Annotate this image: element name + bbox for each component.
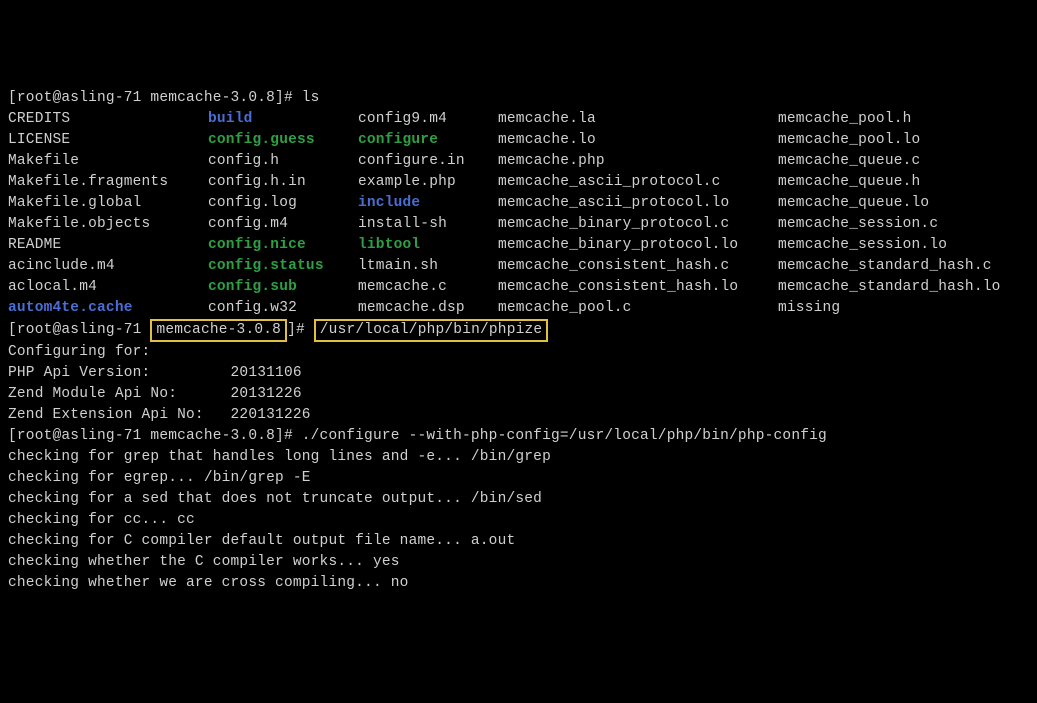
file-entry: memcache.php [498, 151, 778, 172]
file-entry: memcache_consistent_hash.c [498, 256, 778, 277]
file-entry: memcache_queue.c [778, 151, 920, 172]
file-entry: CREDITS [8, 109, 208, 130]
file-entry: configure.in [358, 151, 498, 172]
file-entry: LICENSE [8, 130, 208, 151]
file-entry: Makefile.objects [8, 214, 208, 235]
file-entry: aclocal.m4 [8, 277, 208, 298]
file-entry: memcache.dsp [358, 298, 498, 319]
file-entry: config9.m4 [358, 109, 498, 130]
ls-row: autom4te.cacheconfig.w32memcache.dspmemc… [8, 298, 1029, 319]
ls-row: Makefile.globalconfig.logincludememcache… [8, 193, 1029, 214]
file-entry: example.php [358, 172, 498, 193]
exec-entry: config.nice [208, 235, 358, 256]
output-line: checking for cc... cc [8, 510, 1029, 531]
file-entry: memcache.lo [498, 130, 778, 151]
prompt-line-configure: [root@asling-71 memcache-3.0.8]# ./confi… [8, 426, 1029, 447]
file-entry: memcache_session.c [778, 214, 938, 235]
ls-row: CREDITSbuildconfig9.m4memcache.lamemcach… [8, 109, 1029, 130]
file-entry: config.log [208, 193, 358, 214]
ls-row: READMEconfig.nicelibtoolmemcache_binary_… [8, 235, 1029, 256]
file-entry: config.h [208, 151, 358, 172]
terminal[interactable]: [root@asling-71 memcache-3.0.8]# ls CREDI… [8, 88, 1029, 594]
file-entry: memcache_standard_hash.lo [778, 277, 1001, 298]
file-entry: Makefile.fragments [8, 172, 208, 193]
exec-entry: config.sub [208, 277, 358, 298]
prompt-prefix: [root@asling-71 [8, 322, 150, 338]
output-line: checking for C compiler default output f… [8, 531, 1029, 552]
output-line: Zend Extension Api No: 220131226 [8, 405, 1029, 426]
file-entry: memcache_queue.h [778, 172, 920, 193]
file-entry: memcache_ascii_protocol.lo [498, 193, 778, 214]
output-line: checking for egrep... /bin/grep -E [8, 468, 1029, 489]
prompt-text: [root@asling-71 memcache-3.0.8]# ./confi… [8, 428, 827, 444]
prompt-line-phpize: [root@asling-71 memcache-3.0.8]# /usr/lo… [8, 319, 1029, 342]
file-entry: Makefile [8, 151, 208, 172]
file-entry: memcache_binary_protocol.c [498, 214, 778, 235]
dir-entry: build [208, 109, 358, 130]
file-entry: README [8, 235, 208, 256]
file-entry: ltmain.sh [358, 256, 498, 277]
file-entry: config.h.in [208, 172, 358, 193]
file-entry: acinclude.m4 [8, 256, 208, 277]
prompt-text: [root@asling-71 memcache-3.0.8]# ls [8, 90, 320, 106]
file-entry: config.w32 [208, 298, 358, 319]
file-entry: memcache_consistent_hash.lo [498, 277, 778, 298]
output-line: checking whether the C compiler works...… [8, 552, 1029, 573]
output-line: checking for grep that handles long line… [8, 447, 1029, 468]
exec-entry: configure [358, 130, 498, 151]
file-entry: memcache_pool.h [778, 109, 912, 130]
file-entry: memcache_queue.lo [778, 193, 929, 214]
ls-row: Makefile.fragmentsconfig.h.inexample.php… [8, 172, 1029, 193]
file-entry: memcache_standard_hash.c [778, 256, 992, 277]
dir-entry: autom4te.cache [8, 298, 208, 319]
output-line: Zend Module Api No: 20131226 [8, 384, 1029, 405]
output-line: checking for a sed that does not truncat… [8, 489, 1029, 510]
exec-entry: libtool [358, 235, 498, 256]
file-entry: memcache_pool.lo [778, 130, 920, 151]
file-entry: memcache.c [358, 277, 498, 298]
ls-row: aclocal.m4config.submemcache.cmemcache_c… [8, 277, 1029, 298]
file-entry: memcache_binary_protocol.lo [498, 235, 778, 256]
output-line: checking whether we are cross compiling.… [8, 573, 1029, 594]
phpize-cmd-highlight: /usr/local/php/bin/phpize [314, 319, 549, 342]
ls-row: Makefileconfig.hconfigure.inmemcache.php… [8, 151, 1029, 172]
dir-entry: include [358, 193, 498, 214]
cwd-highlight: memcache-3.0.8 [150, 319, 287, 342]
exec-entry: config.status [208, 256, 358, 277]
file-entry: config.m4 [208, 214, 358, 235]
file-entry: memcache_ascii_protocol.c [498, 172, 778, 193]
prompt-suffix: ]# [287, 322, 314, 338]
file-entry: Makefile.global [8, 193, 208, 214]
exec-entry: config.guess [208, 130, 358, 151]
output-line: Configuring for: [8, 342, 1029, 363]
ls-row: Makefile.objectsconfig.m4install-shmemca… [8, 214, 1029, 235]
output-line: PHP Api Version: 20131106 [8, 363, 1029, 384]
file-entry: install-sh [358, 214, 498, 235]
ls-row: acinclude.m4config.statusltmain.shmemcac… [8, 256, 1029, 277]
prompt-line: [root@asling-71 memcache-3.0.8]# ls [8, 88, 1029, 109]
ls-row: LICENSEconfig.guessconfigurememcache.lom… [8, 130, 1029, 151]
file-entry: memcache.la [498, 109, 778, 130]
file-entry: memcache_pool.c [498, 298, 778, 319]
file-entry: missing [778, 298, 840, 319]
file-entry: memcache_session.lo [778, 235, 947, 256]
